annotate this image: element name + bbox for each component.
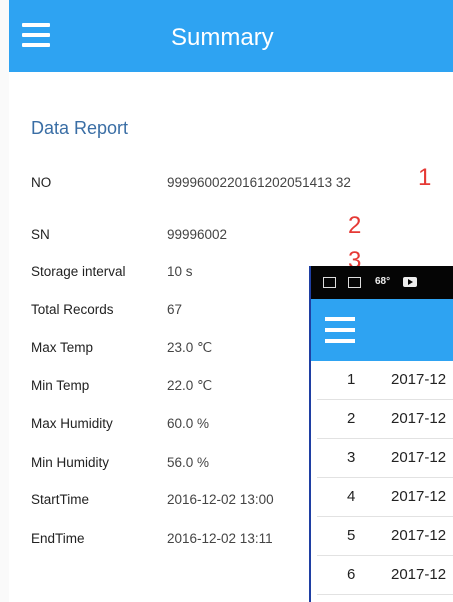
youtube-icon [403,277,417,287]
value-total-records: 67 [167,302,183,317]
list-item[interactable]: 4 2017-12 [317,478,453,517]
status-bar: 68° [311,266,453,299]
gmail-icon [323,277,336,288]
annotation-1: 1 [418,164,432,191]
list-item[interactable]: 3 2017-12 [317,439,453,478]
row-number: 3 [347,449,356,466]
list-item[interactable]: 2 2017-12 [317,400,453,439]
row-date: 2017-12 [391,371,447,388]
overlay-header [311,299,453,361]
row-number: 2 [347,410,356,427]
row-number: 4 [347,488,356,505]
hamburger-menu-icon[interactable] [22,23,50,47]
value-storage-interval: 10 s [167,264,193,279]
label-start-time: StartTime [31,492,90,507]
value-start-time: 2016-12-02 13:00 [167,492,274,507]
value-end-time: 2016-12-02 13:11 [167,531,273,546]
value-min-humidity: 56.0 % [167,455,210,470]
image-icon [348,277,361,288]
label-sn: SN [31,227,50,242]
hamburger-menu-icon[interactable] [325,317,355,343]
app-header: Summary [9,0,453,72]
label-storage-interval: Storage interval [31,264,126,279]
row-number: 6 [347,566,356,583]
label-max-humidity: Max Humidity [31,416,113,431]
page-title: Summary [171,24,274,51]
label-max-temp: Max Temp [31,340,94,355]
label-total-records: Total Records [31,302,114,317]
list-item[interactable]: 6 2017-12 [317,556,453,595]
list-item[interactable]: 1 2017-12 [317,361,453,400]
value-no: 9999600220161202051413 32 [167,175,351,190]
value-max-temp: 23.0 ℃ [167,340,213,355]
annotation-2: 2 [348,212,362,239]
overlay-screenshot: 68° 1 2017-12 2 2017-12 3 2017-12 4 2017… [309,266,453,602]
section-title: Data Report [31,118,129,138]
label-end-time: EndTime [31,531,85,546]
label-min-temp: Min Temp [31,378,90,393]
list-item[interactable]: 5 2017-12 [317,517,453,556]
row-date: 2017-12 [391,488,447,505]
row-date: 2017-12 [391,566,447,583]
value-min-temp: 22.0 ℃ [167,378,213,393]
label-no: NO [31,175,52,190]
row-number: 1 [347,371,356,388]
value-sn: 99996002 [167,227,228,242]
row-number: 5 [347,527,356,544]
value-max-humidity: 60.0 % [167,416,210,431]
row-date: 2017-12 [391,410,447,427]
row-date: 2017-12 [391,449,447,466]
row-date: 2017-12 [391,527,447,544]
window-edge [0,0,9,602]
temperature-status: 68° [375,276,391,287]
label-min-humidity: Min Humidity [31,455,110,470]
